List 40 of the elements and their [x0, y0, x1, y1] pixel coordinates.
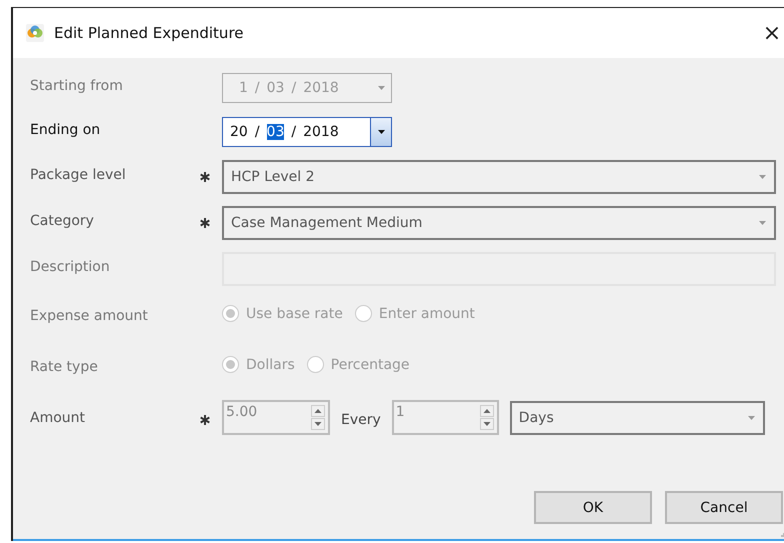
field-label: Description — [30, 259, 111, 275]
dialog-button[interactable]: OK — [534, 491, 652, 524]
caret-icon — [378, 86, 384, 90]
caret-icon — [759, 175, 766, 179]
field-label: Rate type — [30, 358, 99, 374]
date-segment[interactable]: / — [291, 124, 296, 140]
spin-down-icon — [480, 418, 494, 430]
dropdown-field[interactable]: Days — [510, 400, 765, 434]
number-value: 1 — [394, 403, 406, 422]
caret-icon — [378, 130, 384, 134]
every-label: Every — [341, 412, 381, 428]
field-label: Amount — [30, 410, 86, 426]
field-label: Category — [30, 213, 95, 229]
date-segment[interactable]: / — [254, 124, 260, 140]
dropdown-value: Days — [518, 410, 555, 426]
field-label: Ending on — [30, 122, 102, 138]
date-segment[interactable]: 2018 — [303, 124, 339, 140]
window-title: Edit Planned Expenditure — [54, 24, 244, 42]
spin-down-icon — [311, 418, 325, 430]
caret-icon — [748, 416, 755, 420]
dropdown-value: HCP Level 2 — [231, 169, 316, 185]
dialog-button[interactable]: Cancel — [665, 491, 783, 524]
app-logo-icon — [26, 24, 44, 42]
date-segment[interactable]: 03 — [266, 124, 284, 140]
close-button[interactable]: × — [755, 18, 784, 48]
field-label: Expense amount — [30, 308, 149, 324]
caret-icon — [759, 221, 766, 225]
date-segment[interactable]: 20 — [230, 124, 248, 140]
field-label: Starting from — [30, 78, 124, 94]
dropdown-field[interactable]: Case Management Medium — [222, 206, 776, 240]
number-field[interactable]: 5.00 — [222, 400, 330, 435]
field-label: Package level — [30, 167, 127, 183]
dropdown-button[interactable] — [370, 118, 391, 146]
number-field[interactable]: 1 — [392, 400, 499, 435]
spin-up-icon — [311, 405, 325, 417]
date-field[interactable]: 20 / 03 / 2018 — [222, 117, 392, 147]
spin-up-icon — [480, 405, 494, 417]
dropdown-value: Case Management Medium — [231, 215, 424, 231]
dropdown-field[interactable]: HCP Level 2 — [222, 160, 776, 194]
number-value: 5.00 — [225, 403, 258, 422]
